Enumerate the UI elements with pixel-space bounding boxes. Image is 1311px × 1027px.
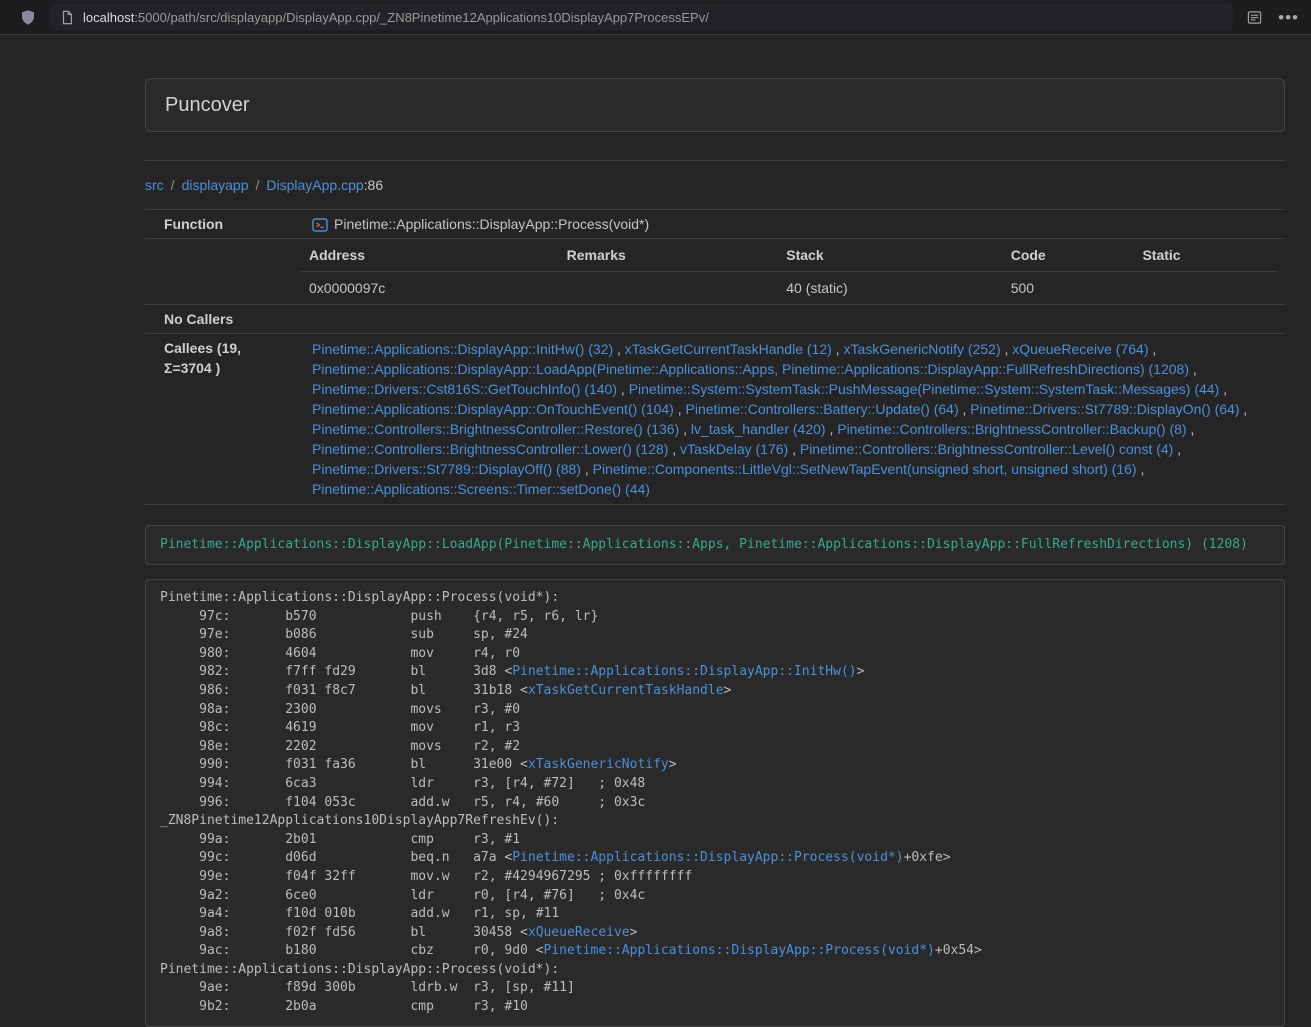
no-callers-cell: [293, 305, 1285, 333]
callee-link[interactable]: Pinetime::Applications::DisplayApp::Load…: [312, 361, 1189, 377]
more-menu-icon[interactable]: •••: [1278, 9, 1299, 26]
address-bar[interactable]: localhost:5000/path/src/displayapp/Displ…: [50, 4, 1233, 30]
disassembly: Pinetime::Applications::DisplayApp::Proc…: [145, 579, 1285, 1027]
asm-symbol-link[interactable]: Pinetime::Applications::DisplayApp::Proc…: [544, 943, 935, 958]
loadapp-panel: Pinetime::Applications::DisplayApp::Load…: [145, 525, 1285, 565]
loadapp-panel-text: Pinetime::Applications::DisplayApp::Load…: [160, 537, 1248, 552]
asm-symbol-link[interactable]: Pinetime::Applications::DisplayApp::Init…: [512, 664, 856, 679]
stats-row: Address Remarks Stack Code Static 0x0000…: [145, 238, 1285, 304]
url-path: :5000/path/src/displayapp/DisplayApp.cpp…: [134, 10, 709, 25]
code-value: 500: [1003, 272, 1135, 305]
callee-link[interactable]: Pinetime::Applications::Screens::Timer::…: [312, 481, 650, 497]
callee-link[interactable]: Pinetime::Controllers::BrightnessControl…: [800, 441, 1173, 457]
breadcrumb-line-number: :86: [364, 177, 383, 193]
col-remarks: Remarks: [559, 239, 779, 272]
col-static: Static: [1134, 239, 1277, 272]
callee-link[interactable]: xQueueReceive (764): [1012, 341, 1148, 357]
callee-link[interactable]: Pinetime::Applications::DisplayApp::Init…: [312, 341, 613, 357]
stack-value: 40 (static): [778, 272, 1002, 305]
col-code: Code: [1003, 239, 1135, 272]
static-value: [1134, 272, 1277, 305]
breadcrumb: src / displayapp / DisplayApp.cpp:86: [145, 175, 1285, 195]
asm-symbol-link[interactable]: Pinetime::Applications::DisplayApp::Proc…: [512, 850, 903, 865]
no-callers-label: No Callers: [145, 305, 293, 333]
breadcrumb-separator: /: [171, 177, 175, 193]
breadcrumb-separator: /: [256, 177, 260, 193]
callee-link[interactable]: Pinetime::Applications::DisplayApp::OnTo…: [312, 401, 674, 417]
callees-label: Callees (19, Σ=3704 ): [145, 334, 293, 504]
divider: [145, 160, 1285, 161]
callee-link[interactable]: Pinetime::Controllers::Battery::Update()…: [686, 401, 959, 417]
col-address: Address: [301, 239, 559, 272]
asm-symbol-link[interactable]: xTaskGetCurrentTaskHandle: [528, 683, 724, 698]
breadcrumb-link[interactable]: src: [145, 177, 164, 193]
callees-row: Callees (19, Σ=3704 ) Pinetime::Applicat…: [145, 333, 1285, 504]
page-container: Puncover src / displayapp / DisplayApp.cpp:8…: [145, 78, 1285, 1027]
col-stack: Stack: [778, 239, 1002, 272]
callee-link[interactable]: xTaskGetCurrentTaskHandle (12): [625, 341, 832, 357]
url-host: localhost: [83, 10, 134, 25]
reader-mode-icon[interactable]: [1247, 10, 1262, 25]
callee-link[interactable]: Pinetime::Controllers::BrightnessControl…: [312, 421, 679, 437]
asm-symbol-link[interactable]: xQueueReceive: [528, 925, 630, 940]
callee-link[interactable]: Pinetime::Drivers::Cst816S::GetTouchInfo…: [312, 381, 617, 397]
shield-icon[interactable]: [20, 9, 36, 26]
callee-link[interactable]: Pinetime::Drivers::St7789::DisplayOn() (…: [970, 401, 1239, 417]
function-row: Function Pinetime::Applications::Display…: [145, 209, 1285, 238]
symbol-table: Function Pinetime::Applications::Display…: [145, 209, 1285, 505]
callee-link[interactable]: Pinetime::Controllers::BrightnessControl…: [837, 421, 1186, 437]
address-value: 0x0000097c: [301, 272, 559, 305]
remarks-value: [559, 272, 779, 305]
function-label: Function: [145, 210, 293, 238]
stats-row-label: [145, 239, 293, 304]
stats-header-row: Address Remarks Stack Code Static: [301, 239, 1277, 272]
page-title-panel: Puncover: [145, 78, 1285, 132]
page-icon[interactable]: [60, 10, 74, 25]
page-title: Puncover: [165, 92, 1265, 118]
callee-link[interactable]: Pinetime::Drivers::St7789::DisplayOff() …: [312, 461, 581, 477]
callees-cell: Pinetime::Applications::DisplayApp::Init…: [293, 334, 1285, 504]
stats-data-row: 0x0000097c 40 (static) 500: [301, 272, 1277, 305]
url-text: localhost:5000/path/src/displayapp/Displ…: [83, 10, 709, 25]
stats-table: Address Remarks Stack Code Static 0x0000…: [301, 239, 1277, 304]
function-name: Pinetime::Applications::DisplayApp::Proc…: [334, 214, 649, 234]
breadcrumb-link[interactable]: displayapp: [182, 177, 249, 193]
browser-toolbar: localhost:5000/path/src/displayapp/Displ…: [0, 0, 1311, 35]
callee-link[interactable]: xTaskGenericNotify (252): [843, 341, 1000, 357]
function-cell: Pinetime::Applications::DisplayApp::Proc…: [293, 210, 1285, 238]
asm-symbol-link[interactable]: xTaskGenericNotify: [528, 757, 669, 772]
stats-cell: Address Remarks Stack Code Static 0x0000…: [293, 239, 1285, 304]
function-icon: [312, 217, 328, 233]
breadcrumb-link[interactable]: DisplayApp.cpp: [266, 177, 363, 193]
callee-link[interactable]: vTaskDelay (176): [680, 441, 788, 457]
callee-link[interactable]: Pinetime::Controllers::BrightnessControl…: [312, 441, 668, 457]
callee-link[interactable]: lv_task_handler (420): [691, 421, 826, 437]
no-callers-row: No Callers: [145, 304, 1285, 333]
callee-link[interactable]: Pinetime::System::SystemTask::PushMessag…: [629, 381, 1220, 397]
callee-link[interactable]: Pinetime::Components::LittleVgl::SetNewT…: [593, 461, 1137, 477]
